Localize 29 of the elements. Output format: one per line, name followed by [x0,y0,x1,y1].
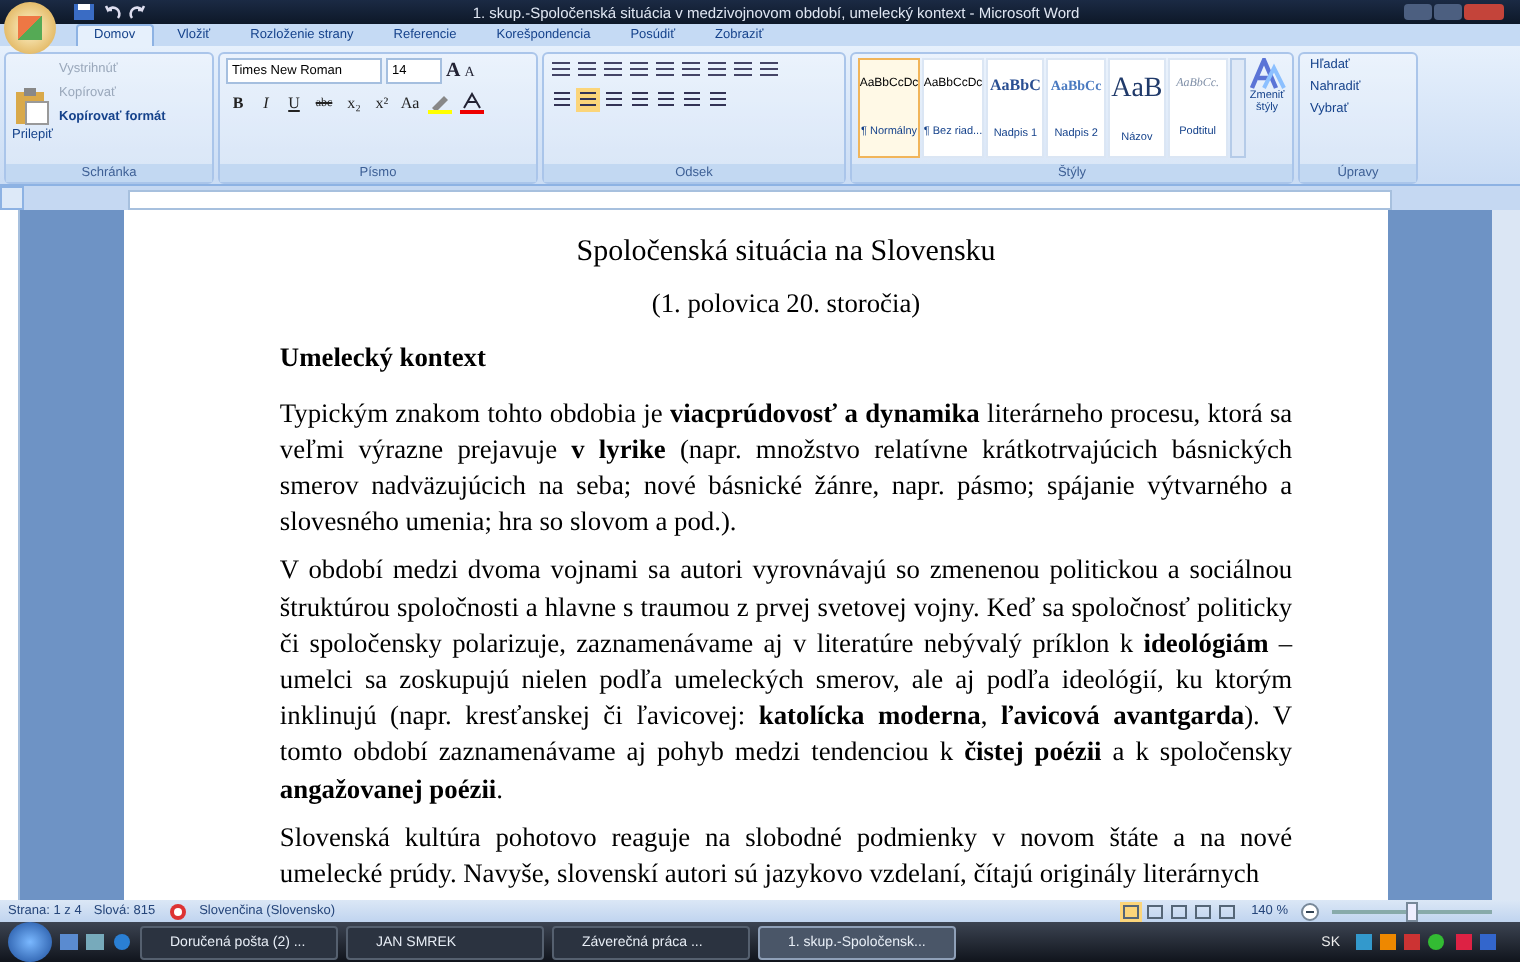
body-paragraph: Slovenská kultúra pohotovo reaguje na slobodné podmienky v novom štáte a na nové umelecké prúdy. Navyše, slovenskí autori sú jazykovo vzdelaní, čítajú originály literárnych [279,819,1293,893]
format-button[interactable]: x₂ [342,94,366,112]
gallery-scrollbar[interactable] [1229,58,1247,158]
redo-icon[interactable] [128,2,148,22]
start-button[interactable] [8,922,52,962]
clipboard-icon [14,86,51,126]
format-button[interactable]: U [282,94,306,112]
undo-icon[interactable] [102,2,122,22]
body-paragraph: V období medzi dvoma vojnami sa autori vyrovnávajú so zmenenou politickou a sociálnou štruktúrou spoločnosti a hlavne s traumou z prvej svetovej vojny. Keď sa spoločnosť politicky či spoločensky polarizuje, zaznamenávame aj v literatúre nebývalý príklon k ideológiám – umelci sa zoskupujú nielen podľa umeleckých smerov, ale aj podľa ideológií, ku ktorým inklinujú (napr. kresťanskej či ľavicovej: katolícka moderna, ľavicová avantgarda). V tomto období zaznamenávame aj pohyb medzi tendenciou k čistej poézii a k spoločensky angažovanej poézii. [279,552,1293,808]
proofing-icon[interactable] [167,901,188,921]
document-title: Spoločenská situácia na Slovensku [574,234,998,271]
font-size-button[interactable]: A [446,60,461,82]
ruler-toggle[interactable] [0,186,24,210]
format-button[interactable]: x² [370,94,394,112]
view-buttons-drawing[interactable] [1119,901,1240,921]
styles-letter-icon [1249,58,1286,90]
format-button[interactable]: Aa [398,94,422,112]
format-button[interactable]: B [226,94,250,112]
save-icon[interactable] [72,2,96,22]
slider-thumb[interactable] [1406,901,1418,921]
quick-launch-icons-drawing[interactable] [60,930,132,954]
font-color-icon[interactable] [458,92,486,114]
vertical-scrollbar[interactable] [1492,210,1520,900]
document-subtitle: (1. polovica 20. storočia) [649,286,923,323]
office-button[interactable] [4,2,56,54]
zoom-out-icon[interactable] [1300,901,1320,921]
format-button[interactable]: I [254,94,278,112]
section-heading: Umelecký kontext [279,340,488,377]
body-paragraph: Typickým znakom tohto obdobia je viacprúdovosť a dynamika literárneho procesu, ktorá sa veľmi výrazne prejavuje v lyrike (napr. množstvo relatívne krátkotrvajúcich básnických smerov nadväzujúcich na seba; nové básnické žánre, napr. pásmo; spájanie výtvarného a slovesného umenia; hra so slovom a pod.). [279,395,1293,541]
